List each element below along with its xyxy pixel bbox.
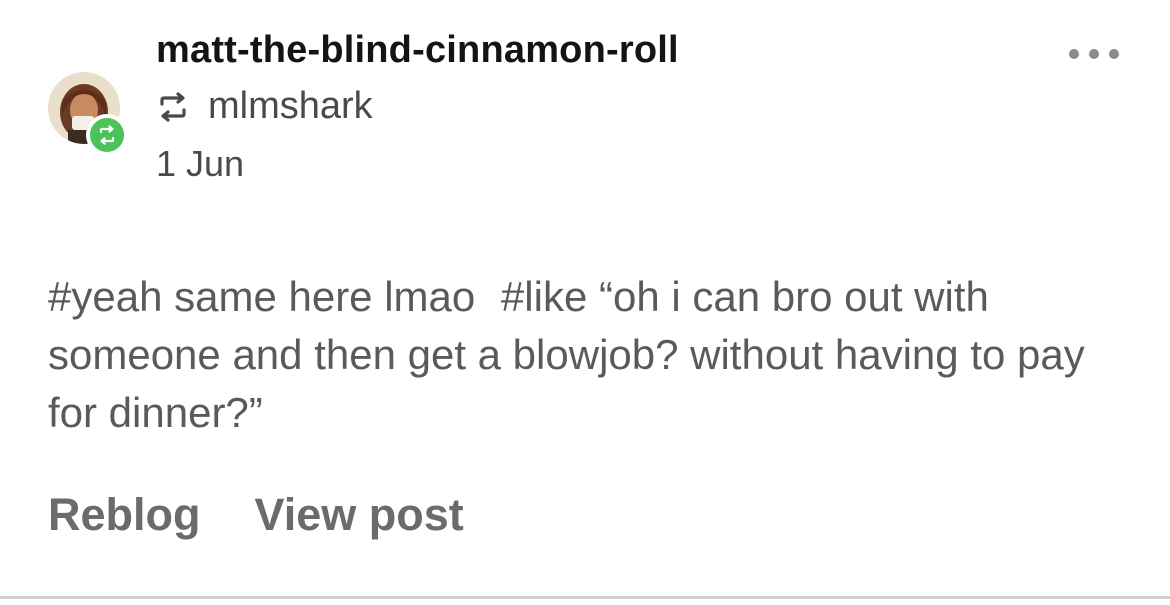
reblog-badge — [86, 114, 128, 156]
reblog-icon — [99, 125, 115, 145]
reblogged-from[interactable]: mlmshark — [156, 84, 373, 130]
post-date: 1 Jun — [156, 143, 245, 184]
tag-link[interactable]: #yeah same here lmao — [48, 273, 475, 320]
avatar-container[interactable] — [48, 72, 128, 156]
post-tags: #yeah same here lmao #like “oh i can bro… — [48, 268, 1108, 442]
reblog-button[interactable]: Reblog — [48, 488, 201, 542]
view-post-button[interactable]: View post — [255, 488, 464, 542]
more-horizontal-icon — [1069, 49, 1119, 59]
post-divider — [0, 596, 1170, 599]
reblogged-from-username[interactable]: mlmshark — [208, 84, 373, 130]
post-username[interactable]: matt-the-blind-cinnamon-roll — [156, 28, 679, 74]
post-actions: Reblog View post — [48, 488, 464, 542]
more-options-button[interactable] — [1054, 36, 1134, 72]
post-card: matt-the-blind-cinnamon-roll mlmshark 1 … — [0, 0, 1170, 605]
reblog-icon — [160, 92, 186, 122]
